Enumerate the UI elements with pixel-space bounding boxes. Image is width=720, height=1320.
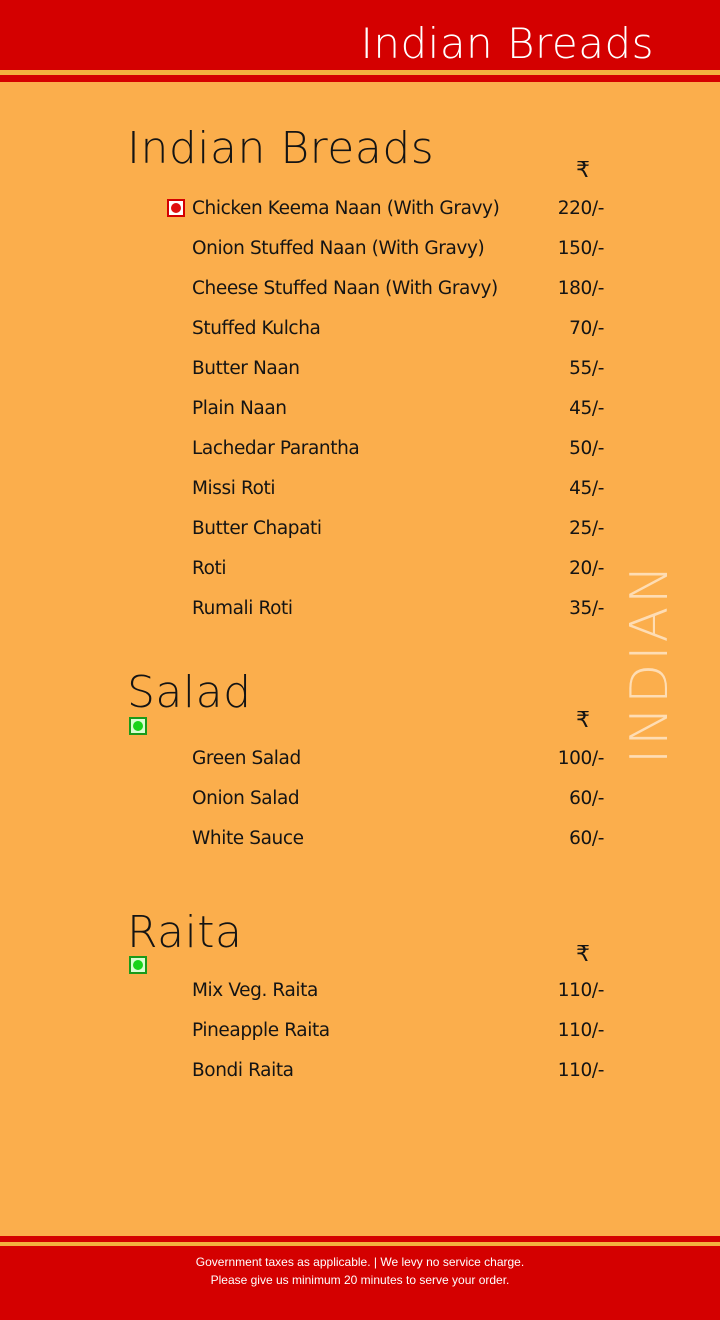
page-title: Indian Breads [360, 19, 654, 68]
menu-item: Roti 20/- [192, 554, 604, 582]
item-price: 35/- [569, 597, 604, 619]
header-stripe [0, 70, 720, 75]
item-price: 110/- [557, 1059, 605, 1081]
menu-item: Butter Naan 55/- [192, 354, 604, 382]
menu-item: Mix Veg. Raita 110/- [192, 976, 604, 1004]
item-name: Pineapple Raita [192, 1019, 330, 1041]
menu-item: Onion Stuffed Naan (With Gravy) 150/- [192, 234, 604, 262]
item-name: Cheese Stuffed Naan (With Gravy) [192, 277, 498, 299]
item-price: 60/- [569, 827, 604, 849]
menu-item: Lachedar Parantha 50/- [192, 434, 604, 462]
item-name: Roti [192, 557, 227, 579]
item-name: White Sauce [192, 827, 304, 849]
item-price: 45/- [569, 397, 604, 419]
item-price: 110/- [557, 1019, 605, 1041]
item-price: 100/- [557, 747, 605, 769]
menu-item: Plain Naan 45/- [192, 394, 604, 422]
item-name: Butter Naan [192, 357, 300, 379]
menu-item: Cheese Stuffed Naan (With Gravy) 180/- [192, 274, 604, 302]
item-price: 110/- [557, 979, 605, 1001]
footer-note-wait-time: Please give us minimum 20 minutes to ser… [210, 1273, 510, 1287]
menu-item: Pineapple Raita 110/- [192, 1016, 604, 1044]
item-price: 70/- [569, 317, 604, 339]
section-heading: Salad [127, 667, 252, 718]
item-price: 180/- [557, 277, 605, 299]
item-name: Missi Roti [192, 477, 276, 499]
footer-stripe [0, 1242, 720, 1246]
item-name: Mix Veg. Raita [192, 979, 318, 1001]
menu-item: Missi Roti 45/- [192, 474, 604, 502]
item-price: 150/- [557, 237, 605, 259]
item-price: 45/- [569, 477, 604, 499]
item-name: Bondi Raita [192, 1059, 294, 1081]
veg-marker-icon [129, 956, 147, 974]
menu-item: Bondi Raita 110/- [192, 1056, 604, 1084]
item-name: Chicken Keema Naan (With Gravy) [192, 197, 500, 219]
item-name: Plain Naan [192, 397, 287, 419]
item-name: Butter Chapati [192, 517, 322, 539]
item-price: 220/- [557, 197, 605, 219]
side-text: INDIAN [620, 561, 680, 765]
item-price: 20/- [569, 557, 604, 579]
item-name: Onion Salad [192, 787, 300, 809]
menu-item: Rumali Roti 35/- [192, 594, 604, 622]
menu-item: Green Salad 100/- [192, 744, 604, 772]
menu-item: Butter Chapati 25/- [192, 514, 604, 542]
footer-band: Government taxes as applicable. | We lev… [0, 1236, 720, 1320]
non-veg-marker-icon [167, 199, 185, 217]
rupee-icon: ₹ [576, 942, 590, 967]
item-price: 60/- [569, 787, 604, 809]
veg-marker-icon [129, 717, 147, 735]
section-heading: Raita [127, 907, 243, 958]
rupee-icon: ₹ [576, 708, 590, 733]
menu-item: White Sauce 60/- [192, 824, 604, 852]
item-price: 50/- [569, 437, 604, 459]
footer-note-taxes: Government taxes as applicable. | We lev… [195, 1255, 525, 1269]
item-name: Stuffed Kulcha [192, 317, 321, 339]
item-price: 55/- [569, 357, 604, 379]
item-name: Rumali Roti [192, 597, 293, 619]
item-name: Green Salad [192, 747, 301, 769]
section-heading: Indian Breads [127, 123, 435, 174]
rupee-icon: ₹ [576, 158, 590, 183]
menu-item: Stuffed Kulcha 70/- [192, 314, 604, 342]
menu-item: Chicken Keema Naan (With Gravy) 220/- [192, 194, 604, 222]
menu-item: Onion Salad 60/- [192, 784, 604, 812]
item-price: 25/- [569, 517, 604, 539]
side-decoration: INDIAN [620, 562, 680, 764]
item-name: Onion Stuffed Naan (With Gravy) [192, 237, 485, 259]
item-name: Lachedar Parantha [192, 437, 360, 459]
header-band: Indian Breads [0, 0, 720, 82]
